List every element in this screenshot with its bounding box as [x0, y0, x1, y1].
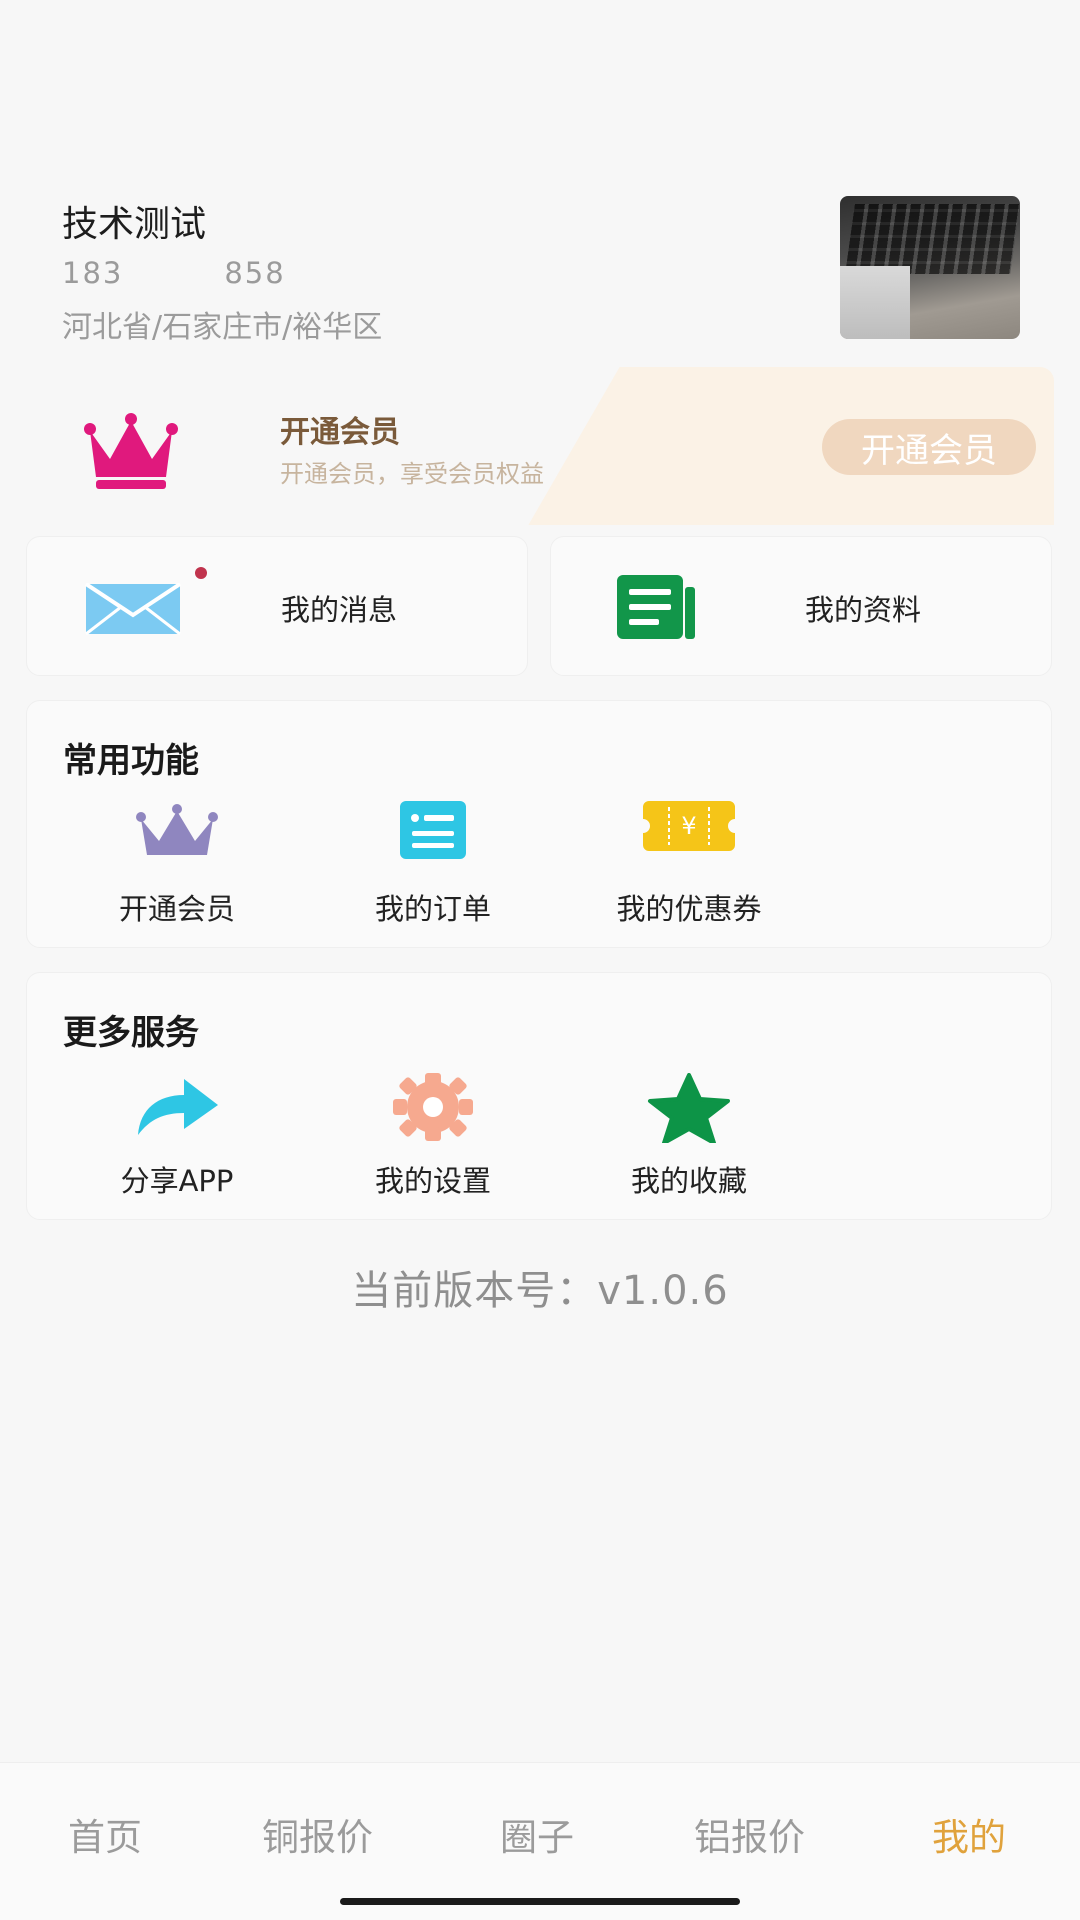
share-icon: [138, 1079, 218, 1135]
my-profile-card[interactable]: 我的资料: [550, 536, 1052, 676]
nav-circle[interactable]: 圈子: [500, 1807, 574, 1861]
service-label: 我的设置: [374, 1164, 491, 1198]
avatar-photo-keyboard: [845, 204, 1020, 274]
vip-banner[interactable]: 开通会员 开通会员，享受会员权益 开通会员: [20, 367, 1054, 525]
envelope-icon: [85, 583, 181, 635]
vip-title: 开通会员: [280, 415, 400, 450]
service-label: 分享APP: [120, 1164, 234, 1198]
service-label: 我的收藏: [630, 1164, 747, 1198]
unread-dot: [195, 567, 207, 579]
common-functions-section: 常用功能 开通会员 我的订单 ¥ 我的优惠券: [26, 700, 1052, 948]
function-label: 我的优惠券: [616, 892, 762, 926]
avatar[interactable]: [840, 196, 1020, 339]
coupon-icon: ¥: [643, 801, 735, 851]
profile-phone: 183 858: [62, 256, 286, 290]
section-title: 更多服务: [63, 1013, 199, 1053]
profile-location: 河北省/石家庄市/裕华区: [62, 310, 383, 345]
my-messages-label: 我的消息: [281, 593, 398, 627]
svg-text:¥: ¥: [681, 812, 696, 840]
open-vip-button[interactable]: 开通会员: [822, 419, 1036, 475]
function-label: 开通会员: [118, 892, 235, 926]
service-my-settings[interactable]: 我的设置: [323, 1073, 543, 1203]
gear-icon: [393, 1073, 473, 1141]
function-my-orders[interactable]: 我的订单: [323, 801, 543, 931]
service-share-app[interactable]: 分享APP: [67, 1073, 287, 1203]
vip-subtitle: 开通会员，享受会员权益: [280, 460, 544, 488]
bottom-nav: 首页 铜报价 圈子 铝报价 我的: [0, 1762, 1080, 1920]
function-my-coupons[interactable]: ¥ 我的优惠券: [579, 801, 799, 931]
nav-aluminum-price[interactable]: 铝报价: [694, 1807, 805, 1861]
crown-icon: [136, 804, 218, 855]
profile-name: 技术测试: [62, 204, 207, 245]
service-my-favorites[interactable]: 我的收藏: [579, 1073, 799, 1203]
nav-copper-price[interactable]: 铜报价: [262, 1807, 373, 1861]
my-profile-label: 我的资料: [805, 593, 922, 627]
my-messages-card[interactable]: 我的消息: [26, 536, 528, 676]
nav-home[interactable]: 首页: [68, 1807, 142, 1861]
avatar-photo-paper: [840, 266, 910, 339]
home-indicator[interactable]: [340, 1898, 740, 1905]
crown-icon: [84, 413, 178, 489]
function-open-vip[interactable]: 开通会员: [67, 801, 287, 931]
function-label: 我的订单: [374, 892, 491, 926]
more-services-section: 更多服务 分享APP 我的设置 我的收藏: [26, 972, 1052, 1220]
section-title: 常用功能: [63, 741, 199, 781]
document-icon: [617, 575, 695, 639]
nav-mine[interactable]: 我的: [932, 1807, 1006, 1861]
order-icon: [400, 801, 466, 859]
star-icon: [648, 1073, 730, 1143]
version-label: 当前版本号：v1.0.6: [351, 1268, 729, 1314]
